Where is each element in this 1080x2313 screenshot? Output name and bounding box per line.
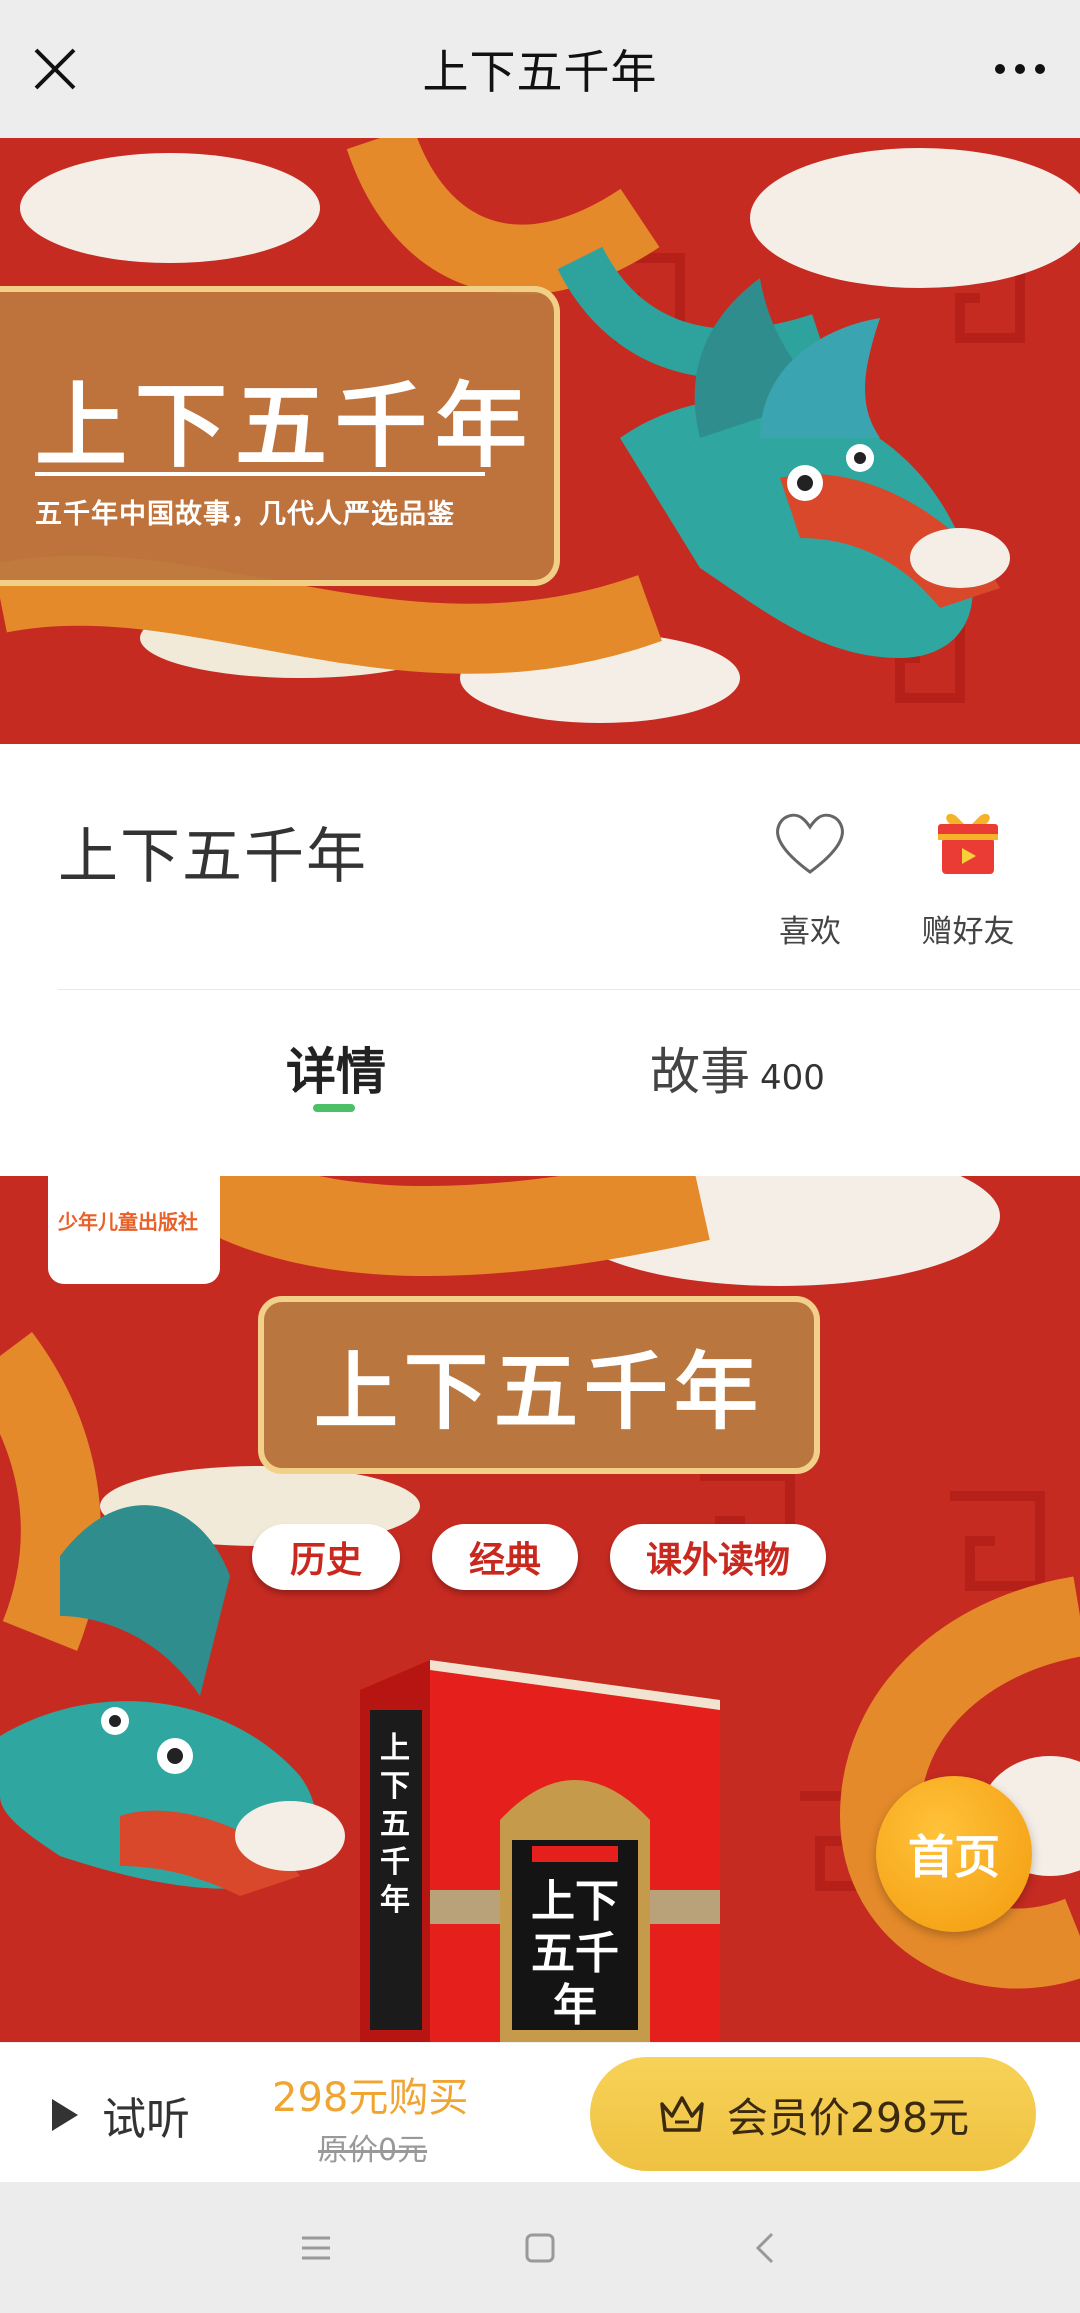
purchase-bar: 试听 298元购买 原价0元 会员价298元 <box>0 2042 1080 2183</box>
book-cover-title: 上下五千年 <box>531 1876 619 2031</box>
play-icon <box>52 2099 78 2131</box>
publisher-logo: 少年儿童出版社 <box>48 1176 220 1284</box>
system-nav-bar <box>0 2182 1080 2313</box>
like-button[interactable]: 喜欢 <box>740 804 880 951</box>
album-info: 上下五千年 喜欢 赠好友 <box>0 744 1080 991</box>
home-button[interactable]: 首页 <box>876 1776 1032 1932</box>
banner-divider <box>35 472 485 476</box>
detail-image: 少年儿童出版社 上下五千年 历史 经典 课外读物 上下五千年 上下五千年 首页 <box>0 1176 1080 2042</box>
banner-title: 上下五千年 <box>35 373 536 480</box>
detail-title-plaque: 上下五千年 <box>258 1296 820 1474</box>
banner-title-plaque: 上下五千年 五千年中国故事，几代人严选品鉴 <box>0 286 560 586</box>
crown-icon <box>660 2096 704 2132</box>
banner-subtitle: 五千年中国故事，几代人严选品鉴 <box>35 499 455 530</box>
album-title: 上下五千年 <box>58 822 368 892</box>
menu-icon[interactable] <box>296 2228 336 2268</box>
tab-stories-label: 故事 <box>650 1043 750 1101</box>
tab-active-indicator <box>313 1104 355 1112</box>
trial-label: 试听 <box>102 2094 190 2145</box>
tag-classic: 经典 <box>432 1524 578 1590</box>
member-price-label: 会员价298元 <box>726 2094 970 2142</box>
tab-details-label: 详情 <box>286 1043 386 1101</box>
home-nav-icon[interactable] <box>520 2228 560 2268</box>
tag-history: 历史 <box>252 1524 400 1590</box>
tag-extracurricular: 课外读物 <box>610 1524 826 1590</box>
book-spine-title: 上下五千年 <box>380 1731 410 1918</box>
gift-button[interactable]: 赠好友 <box>898 804 1038 951</box>
tab-details[interactable]: 详情 <box>286 1032 386 1104</box>
original-price: 原价0元 <box>318 2133 428 2168</box>
gift-label: 赠好友 <box>921 914 1015 950</box>
tab-stories[interactable]: 故事 400 <box>650 1032 825 1104</box>
buy-price-button[interactable]: 298元购买 <box>272 2065 468 2123</box>
book-image: 上下五千年 上下五千年 <box>360 1660 720 2042</box>
member-price-button[interactable]: 会员价298元 <box>590 2057 1036 2171</box>
publisher-name: 少年儿童出版社 <box>58 1210 198 1234</box>
back-icon[interactable] <box>746 2228 786 2268</box>
more-icon[interactable] <box>990 44 1050 94</box>
heart-icon <box>776 813 844 874</box>
top-bar: 上下五千年 <box>0 0 1080 138</box>
tab-stories-count: 400 <box>760 1058 825 1098</box>
detail-title: 上下五千年 <box>313 1342 764 1441</box>
trial-button[interactable]: 试听 <box>52 2087 190 2145</box>
tab-bar: 详情 故事 400 <box>0 990 1080 1176</box>
banner-image: 上下五千年 五千年中国故事，几代人严选品鉴 <box>0 138 1080 744</box>
gift-icon <box>938 813 998 874</box>
page-title: 上下五千年 <box>422 45 658 99</box>
like-label: 喜欢 <box>779 914 841 950</box>
